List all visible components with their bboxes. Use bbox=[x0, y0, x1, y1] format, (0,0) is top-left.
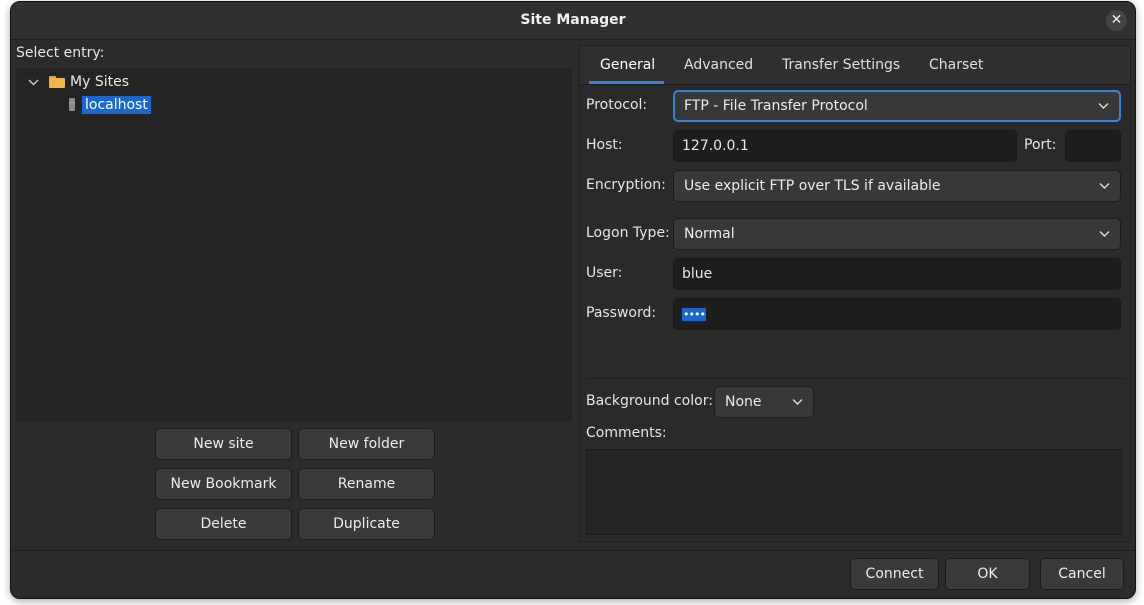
chevron-down-icon bbox=[1098, 100, 1109, 113]
cancel-button[interactable]: Cancel bbox=[1040, 558, 1124, 590]
close-button[interactable]: ✕ bbox=[1106, 10, 1127, 31]
comments-label: Comments: bbox=[586, 425, 667, 441]
section-divider bbox=[586, 378, 1126, 379]
tab-transfer-settings[interactable]: Transfer Settings bbox=[782, 57, 900, 73]
encryption-value: Use explicit FTP over TLS if available bbox=[684, 178, 941, 194]
new-bookmark-button[interactable]: New Bookmark bbox=[155, 468, 292, 500]
new-site-button[interactable]: New site bbox=[155, 428, 292, 460]
window-title: Site Manager bbox=[520, 12, 626, 28]
background-color-label: Background color: bbox=[586, 393, 713, 409]
site-manager-window: Site Manager ✕ Select entry: My Sites lo… bbox=[10, 1, 1136, 599]
host-input[interactable]: 127.0.0.1 bbox=[673, 130, 1017, 162]
tree-folder-my-sites[interactable]: My Sites bbox=[26, 71, 129, 93]
port-input[interactable] bbox=[1065, 130, 1121, 162]
rename-button[interactable]: Rename bbox=[298, 468, 435, 500]
select-entry-label: Select entry: bbox=[16, 45, 105, 61]
duplicate-button[interactable]: Duplicate bbox=[298, 508, 435, 540]
user-input[interactable]: blue bbox=[673, 258, 1121, 290]
tab-advanced[interactable]: Advanced bbox=[684, 57, 753, 73]
password-label: Password: bbox=[586, 305, 657, 321]
protocol-label: Protocol: bbox=[586, 97, 648, 113]
logon-type-select[interactable]: Normal bbox=[673, 218, 1121, 250]
tab-bar: General Advanced Transfer Settings Chars… bbox=[580, 46, 1130, 85]
chevron-down-icon bbox=[792, 396, 803, 409]
user-label: User: bbox=[586, 265, 623, 281]
chevron-down-icon bbox=[1099, 228, 1110, 241]
host-label: Host: bbox=[586, 137, 623, 153]
new-folder-button[interactable]: New folder bbox=[298, 428, 435, 460]
close-icon: ✕ bbox=[1110, 12, 1123, 28]
port-label: Port: bbox=[1024, 137, 1057, 153]
password-dots: •••• bbox=[682, 307, 706, 321]
chevron-down-icon bbox=[1099, 180, 1110, 193]
password-input[interactable]: •••• bbox=[673, 298, 1121, 330]
site-tree[interactable]: My Sites localhost bbox=[16, 68, 572, 422]
protocol-value: FTP - File Transfer Protocol bbox=[684, 98, 868, 114]
ok-button[interactable]: OK bbox=[945, 558, 1030, 590]
background-color-select[interactable]: None bbox=[714, 386, 814, 418]
tree-site-label: localhost bbox=[82, 96, 151, 114]
connect-button[interactable]: Connect bbox=[850, 558, 939, 590]
tree-site-localhost[interactable]: localhost bbox=[68, 94, 151, 116]
title-bar[interactable]: Site Manager ✕ bbox=[11, 2, 1135, 40]
dialog-button-bar: Connect OK Cancel bbox=[11, 550, 1135, 598]
logon-type-label: Logon Type: bbox=[586, 225, 670, 241]
chevron-down-icon[interactable] bbox=[26, 75, 40, 89]
comments-textarea[interactable] bbox=[586, 449, 1122, 535]
tree-folder-label: My Sites bbox=[70, 74, 129, 90]
background-color-value: None bbox=[725, 394, 762, 410]
protocol-select[interactable]: FTP - File Transfer Protocol bbox=[673, 90, 1121, 122]
delete-button[interactable]: Delete bbox=[155, 508, 292, 540]
active-tab-indicator bbox=[589, 81, 664, 84]
encryption-label: Encryption: bbox=[586, 177, 666, 193]
encryption-select[interactable]: Use explicit FTP over TLS if available bbox=[673, 170, 1121, 202]
logon-type-value: Normal bbox=[684, 226, 735, 242]
folder-icon bbox=[49, 76, 65, 88]
tab-charset[interactable]: Charset bbox=[929, 57, 983, 73]
tab-general[interactable]: General bbox=[600, 57, 655, 73]
server-icon bbox=[68, 98, 76, 112]
